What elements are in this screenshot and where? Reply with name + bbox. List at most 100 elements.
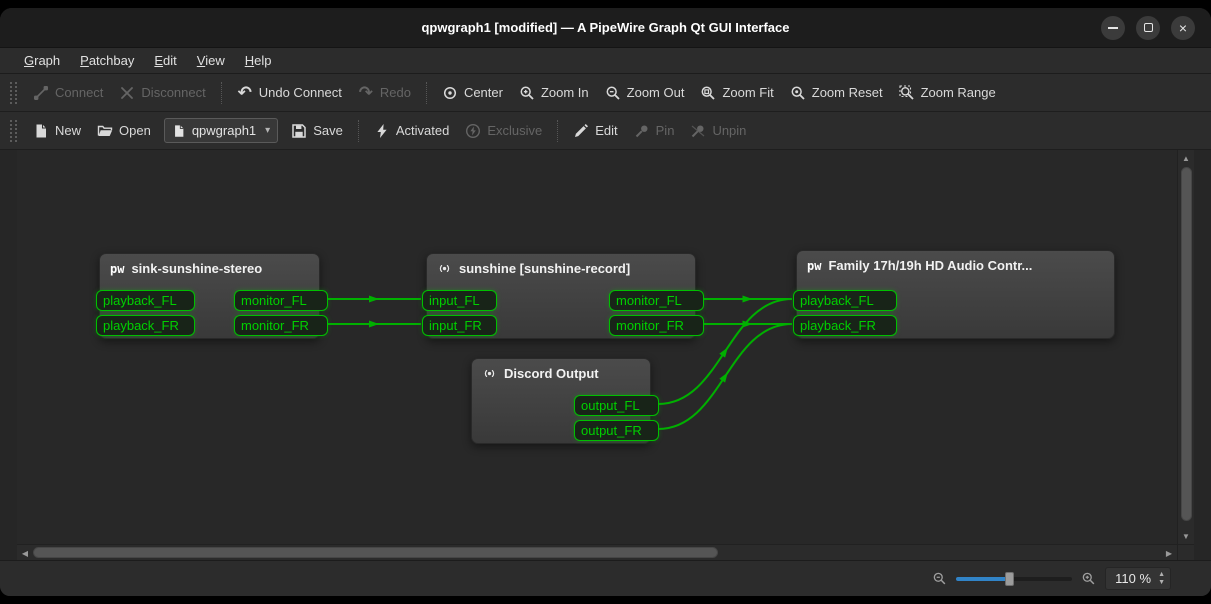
save-button[interactable]: Save [283, 118, 351, 144]
zoom-slider-handle[interactable] [1005, 572, 1014, 586]
center-icon [442, 85, 458, 101]
exclusive-lightning-icon [465, 123, 481, 139]
graph-canvas[interactable]: pw sink-sunshine-stereo playback_FL play… [17, 150, 1177, 544]
cable-arrow-icon [369, 321, 379, 328]
port-output-fr[interactable]: output_FR [574, 420, 659, 441]
undo-icon: ↶ [237, 85, 253, 101]
horizontal-scrollbar-thumb[interactable] [33, 547, 718, 558]
toolbar-separator [557, 120, 558, 142]
toolbar-file: New Open qpwgraph1 ▾ Save Activated [0, 112, 1211, 150]
zoom-slider-fill [956, 577, 1008, 581]
port-playback-fr[interactable]: playback_FR [793, 315, 897, 336]
close-button[interactable]: × [1171, 16, 1195, 40]
audio-app-icon [482, 366, 497, 381]
cable-arrow-icon [369, 296, 379, 303]
scroll-right-icon[interactable]: ▶ [1161, 545, 1177, 561]
minimize-button[interactable] [1101, 16, 1125, 40]
scroll-down-icon[interactable]: ▼ [1178, 528, 1194, 544]
zoom-range-icon [899, 85, 915, 101]
vertical-scrollbar[interactable]: ▲ ▼ [1177, 150, 1194, 544]
chevron-down-icon: ▾ [265, 125, 270, 136]
zoom-in-icon[interactable] [1081, 571, 1096, 586]
menubar: Graph Patchbay Edit View Help [0, 48, 1211, 74]
cable-arrow-icon [719, 372, 727, 382]
zoom-out-icon[interactable] [932, 571, 947, 586]
menu-graph[interactable]: Graph [14, 50, 70, 71]
port-playback-fl[interactable]: playback_FL [793, 290, 897, 311]
statusbar: 110 % ▲ ▼ [0, 560, 1211, 596]
scroll-left-icon[interactable]: ◀ [17, 545, 33, 561]
spin-up-icon[interactable]: ▲ [1158, 571, 1165, 578]
toolbar-grip[interactable] [10, 120, 17, 142]
port-monitor-fr[interactable]: monitor_FR [234, 315, 328, 336]
toolbar-graph: Connect Disconnect ↶ Undo Connect ↷ Redo… [0, 74, 1211, 112]
zoom-value[interactable]: 110 % [1115, 571, 1151, 586]
disconnect-icon [119, 85, 135, 101]
audio-app-icon [437, 261, 452, 276]
menu-view[interactable]: View [187, 50, 235, 71]
port-monitor-fl[interactable]: monitor_FL [234, 290, 328, 311]
zoom-fit-button[interactable]: Zoom Fit [692, 80, 781, 106]
node-family-hd-audio[interactable]: pw Family 17h/19h HD Audio Contr... play… [796, 250, 1115, 339]
maximize-button[interactable] [1136, 16, 1160, 40]
new-button[interactable]: New [25, 118, 89, 144]
maximize-icon [1144, 23, 1153, 32]
toolbar-separator [358, 120, 359, 142]
menu-help[interactable]: Help [235, 50, 282, 71]
cable-arrow-icon [719, 347, 727, 357]
port-playback-fl[interactable]: playback_FL [96, 290, 195, 311]
pipewire-icon: pw [807, 259, 821, 273]
menu-edit[interactable]: Edit [144, 50, 186, 71]
session-combo-value: qpwgraph1 [192, 123, 256, 138]
toolbar-grip[interactable] [10, 82, 17, 104]
port-output-fl[interactable]: output_FL [574, 395, 659, 416]
center-button[interactable]: Center [434, 80, 511, 106]
node-title: Discord Output [504, 366, 599, 381]
port-monitor-fr[interactable]: monitor_FR [609, 315, 704, 336]
node-sink-sunshine-stereo[interactable]: pw sink-sunshine-stereo playback_FL play… [99, 253, 320, 339]
node-title: Family 17h/19h HD Audio Contr... [828, 258, 1032, 273]
node-title: sunshine [sunshine-record] [459, 261, 630, 276]
zoom-out-icon [605, 85, 621, 101]
horizontal-scrollbar[interactable]: ◀ ▶ [17, 544, 1177, 560]
titlebar: qpwgraph1 [modified] — A PipeWire Graph … [0, 8, 1211, 48]
session-combo[interactable]: qpwgraph1 ▾ [164, 118, 278, 143]
zoom-reset-icon [790, 85, 806, 101]
save-icon [291, 123, 307, 139]
app-window: qpwgraph1 [modified] — A PipeWire Graph … [0, 8, 1211, 596]
connect-icon [33, 85, 49, 101]
connect-button: Connect [25, 80, 111, 106]
graph-view: pw sink-sunshine-stereo playback_FL play… [0, 150, 1211, 560]
spin-down-icon[interactable]: ▼ [1158, 579, 1165, 586]
zoom-slider[interactable] [956, 571, 1072, 587]
zoom-in-button[interactable]: Zoom In [511, 80, 597, 106]
open-button[interactable]: Open [89, 118, 159, 144]
zoom-spinbox[interactable]: 110 % ▲ ▼ [1105, 567, 1171, 590]
edit-toggle[interactable]: Edit [565, 118, 625, 144]
document-icon [172, 124, 186, 138]
unpin-button: Unpin [682, 118, 754, 144]
undo-connect-button[interactable]: ↶ Undo Connect [229, 80, 350, 106]
zoom-range-button[interactable]: Zoom Range [891, 80, 1004, 106]
port-input-fl[interactable]: input_FL [422, 290, 497, 311]
port-monitor-fl[interactable]: monitor_FL [609, 290, 704, 311]
pin-button: Pin [626, 118, 683, 144]
menu-patchbay[interactable]: Patchbay [70, 50, 144, 71]
activated-toggle[interactable]: Activated [366, 118, 457, 144]
toolbar-separator [221, 82, 222, 104]
zoom-out-button[interactable]: Zoom Out [597, 80, 693, 106]
port-input-fr[interactable]: input_FR [422, 315, 497, 336]
unpin-icon [690, 123, 706, 139]
pipewire-icon: pw [110, 262, 124, 276]
zoom-fit-icon [700, 85, 716, 101]
node-discord-output[interactable]: Discord Output output_FL output_FR [471, 358, 651, 444]
port-playback-fr[interactable]: playback_FR [96, 315, 195, 336]
node-sunshine[interactable]: sunshine [sunshine-record] input_FL inpu… [426, 253, 696, 339]
exclusive-toggle: Exclusive [457, 118, 550, 144]
zoom-in-icon [519, 85, 535, 101]
new-file-icon [33, 123, 49, 139]
scroll-up-icon[interactable]: ▲ [1178, 150, 1194, 166]
close-icon: × [1179, 21, 1187, 35]
vertical-scrollbar-thumb[interactable] [1181, 167, 1192, 521]
zoom-reset-button[interactable]: Zoom Reset [782, 80, 891, 106]
